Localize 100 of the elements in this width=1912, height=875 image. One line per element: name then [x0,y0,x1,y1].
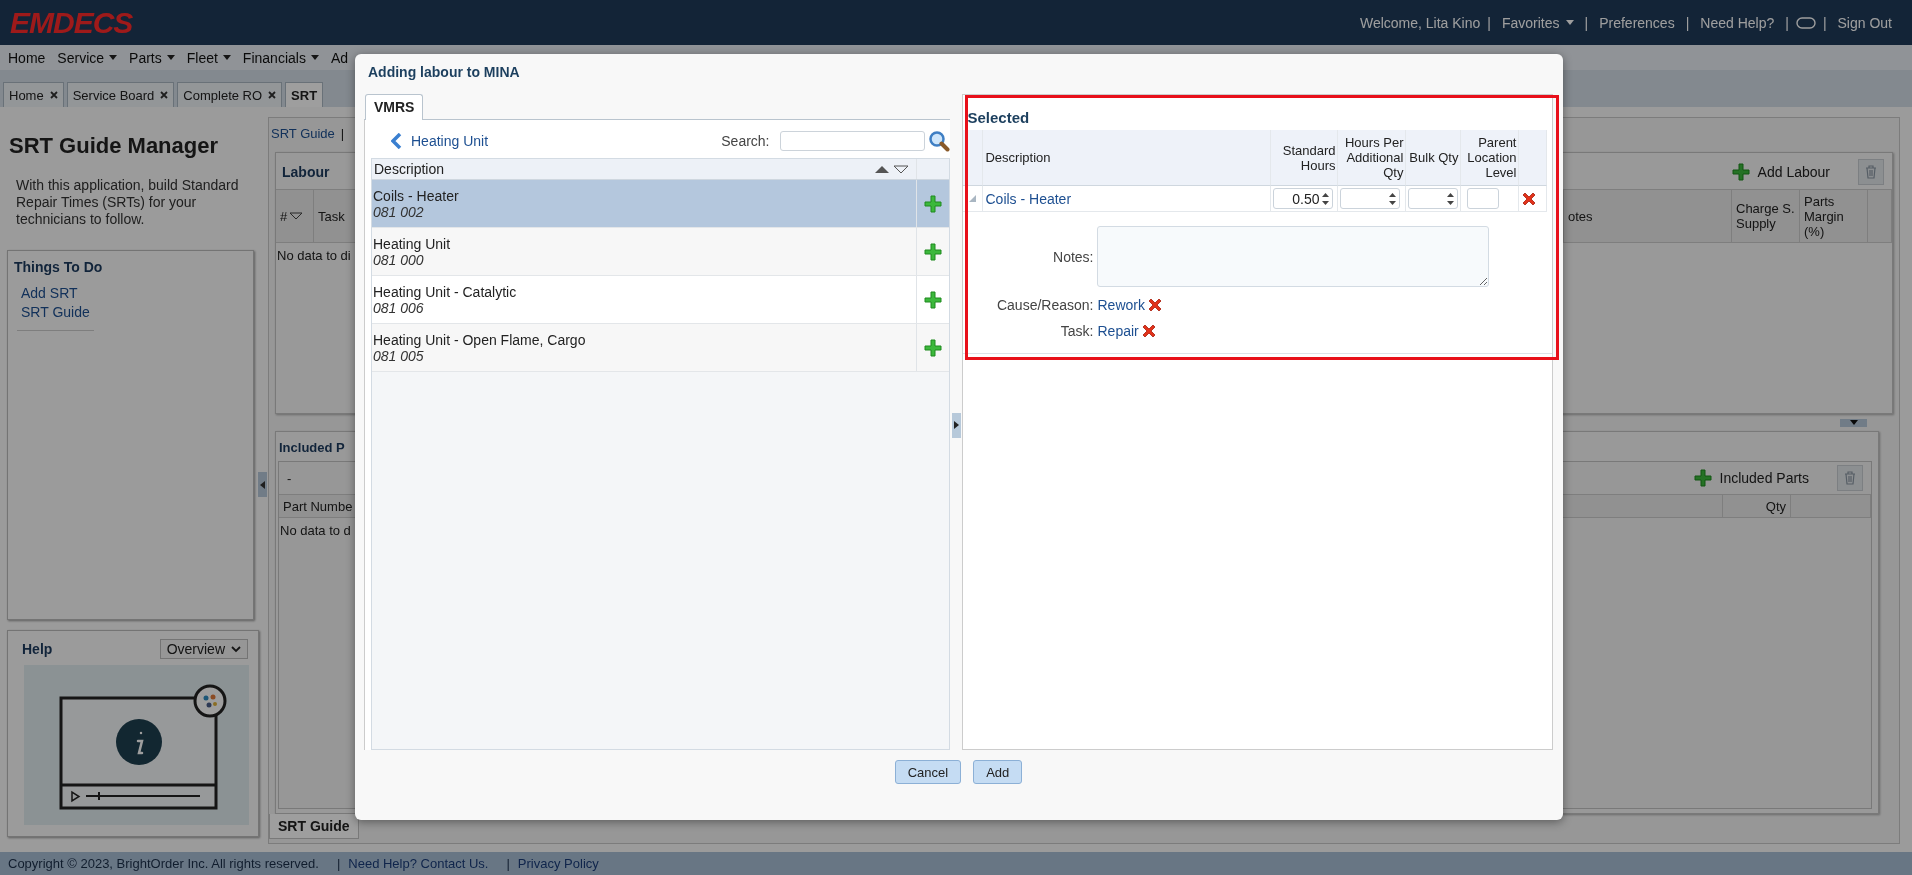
plus-icon[interactable] [923,242,942,261]
column-header[interactable]: Parts Margin (%) [1800,190,1868,242]
column-header[interactable]: # [276,190,314,242]
number-field[interactable]: 0.50 [1273,188,1334,209]
page-tab[interactable]: Home [3,82,64,107]
remove-icon[interactable] [1521,190,1538,207]
item-code: 081 006 [373,299,425,316]
column-header[interactable]: Bulk Qty [1406,130,1462,186]
sidebar-link[interactable]: Add SRT [21,285,78,301]
caret-icon [166,55,175,60]
column-header[interactable]: otes [1564,190,1732,242]
column-header[interactable]: Qty [1723,495,1791,517]
plus-icon[interactable] [923,338,942,357]
value-link[interactable]: Rework [1097,297,1145,313]
page-tab[interactable]: SRT [285,82,324,107]
menu-item[interactable]: Fleet [186,49,231,66]
panel-title: Help [21,641,53,657]
plus-icon[interactable] [923,290,942,309]
collapse-handle[interactable] [951,412,961,438]
menu-item[interactable]: Parts [129,49,175,66]
list-row[interactable]: Coils - Heater 081 002 [372,180,949,228]
separator-text: | [1486,14,1492,31]
dialog-button[interactable]: Cancel [894,760,962,784]
caret-icon [222,55,231,60]
expand-handle[interactable] [1840,418,1867,427]
close-icon[interactable] [160,91,169,99]
item-description: Heating Unit - Open Flame, Cargo [373,331,587,348]
favorites-menu[interactable]: Favorites [1497,14,1578,31]
column-header[interactable]: Parent Location Level [1461,130,1520,186]
plus-icon[interactable] [1693,469,1712,487]
footer-link[interactable]: Need Help? Contact Us. [348,856,489,871]
column-header-text: Description [374,161,445,177]
dash-text: - [287,470,293,486]
arrow-left-icon [260,480,265,489]
column-header[interactable]: Standard Hours [1271,130,1339,186]
menu-item[interactable]: Ad [330,49,348,66]
chevron-down-icon [231,645,241,653]
sort-icon[interactable] [873,164,910,174]
footer-link[interactable]: Privacy Policy [517,856,599,871]
spinner-icon[interactable] [1321,190,1331,207]
notes-label: Notes: [1052,248,1094,265]
list-row[interactable]: Heating Unit 081 000 [372,228,949,276]
back-link[interactable]: Heating Unit [391,133,722,149]
sidebar-link[interactable]: SRT Guide [21,304,90,320]
column-header[interactable]: Charge S. Supply [1732,190,1800,242]
text-field[interactable] [1467,188,1500,209]
item-link[interactable]: Coils - Heater [985,190,1072,207]
field-label: Cause/Reason: [995,297,1094,313]
video-help-drawing[interactable] [24,665,249,825]
close-icon[interactable] [268,91,277,99]
separator-text: | [1684,14,1691,31]
menu-item[interactable]: Home [8,49,46,66]
page-tab[interactable]: Complete RO [177,82,283,107]
search-field[interactable] [779,131,925,151]
toggle-icon[interactable] [1795,16,1816,29]
header-link[interactable]: Preferences [1595,14,1679,31]
caret-icon [109,55,118,60]
spinner-icon[interactable] [1446,190,1456,207]
bottom-tab[interactable]: SRT Guide [269,814,359,839]
close-icon[interactable] [49,91,58,99]
remove-icon[interactable] [1146,297,1163,313]
number-field[interactable] [1340,188,1401,209]
item-description: Heating Unit [373,235,452,252]
menu-item[interactable]: Service [57,49,118,66]
column-header-text: # [280,208,288,224]
value-link[interactable]: Repair [1097,323,1139,339]
add-part-button[interactable]: Included Parts [1693,469,1809,487]
vmrs-tab[interactable]: VMRS [365,94,424,120]
logo: EMDECS [10,5,133,40]
search-label: Search: [721,133,770,149]
caret-icon [310,55,319,60]
list-row[interactable]: Heating Unit - Catalytic 081 006 [372,276,949,324]
dialog-title: Adding labour to MINA [367,64,521,82]
notes-field[interactable] [1097,226,1490,287]
filter-icon[interactable] [289,212,304,220]
list-row[interactable]: Heating Unit - Open Flame, Cargo 081 005 [372,324,949,372]
overview-dropdown[interactable]: Overview [159,639,248,659]
spinner-icon[interactable] [1388,190,1398,207]
plus-icon[interactable] [1731,163,1750,181]
dialog-button[interactable]: Add [973,760,1023,784]
page-tab[interactable]: Service Board [66,82,175,107]
search-icon[interactable] [927,130,950,152]
collapse-handle[interactable] [258,472,267,497]
field-label: Task: [1059,323,1094,339]
header-link[interactable]: Sign Out [1833,14,1896,31]
remove-icon[interactable] [1140,323,1157,339]
column-header[interactable]: Hours Per Additional Qty [1338,130,1407,186]
number-field[interactable] [1408,188,1459,209]
separator-text: | [336,856,341,871]
column-header[interactable]: Description [983,130,1272,186]
trash-icon [1865,165,1877,179]
content-link[interactable]: SRT Guide [271,126,335,152]
item-code: 081 000 [373,251,425,268]
header-link[interactable]: Need Help? [1696,14,1779,31]
separator-text: | [340,126,345,143]
separator-text: | [1821,14,1828,31]
menu-item[interactable]: Financials [242,49,319,66]
add-labour-button[interactable]: Add Labour [1731,163,1830,181]
item-description: Coils - Heater [373,187,460,204]
arrow-down-icon [1849,420,1858,425]
